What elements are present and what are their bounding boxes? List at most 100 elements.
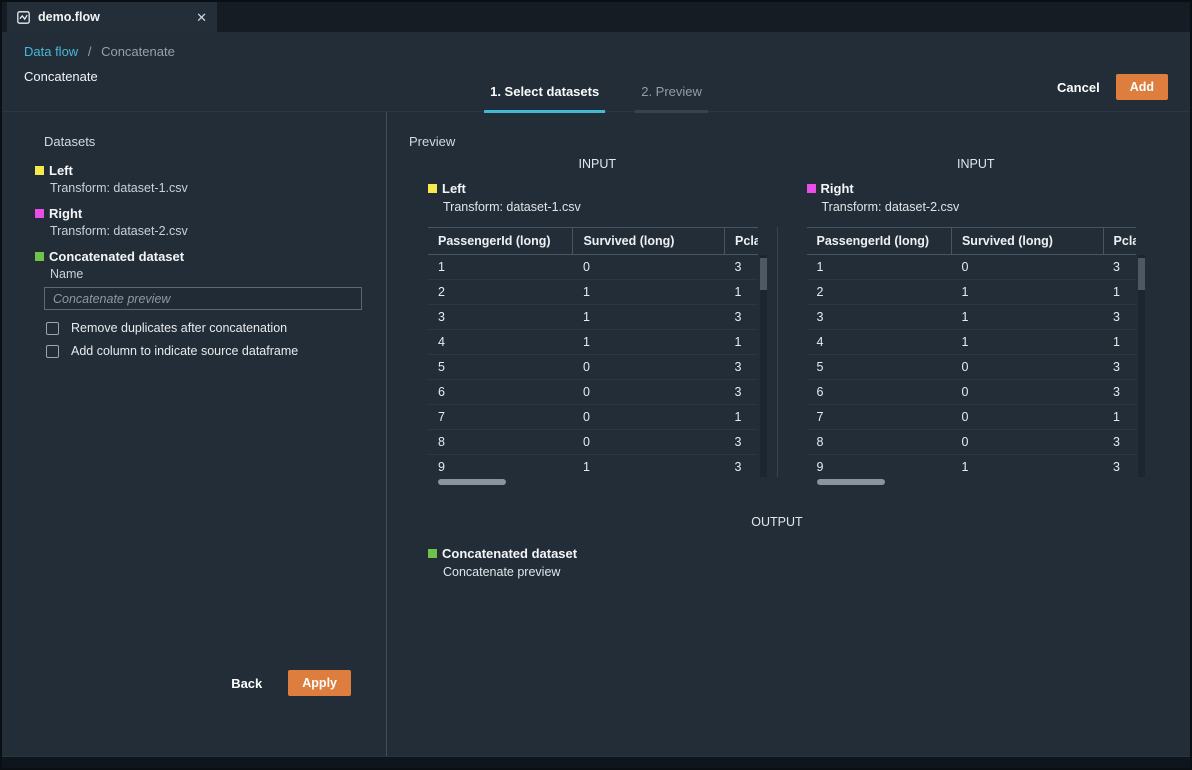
table-cell: 6 — [428, 380, 573, 405]
table-cell: 4 — [428, 330, 573, 355]
input-section-right: INPUT Right Transform: dataset-2.csv Pas… — [789, 157, 1146, 489]
dataset-subtitle: Transform: dataset-2.csv — [50, 224, 364, 238]
table-row: 603 — [428, 380, 758, 405]
close-icon[interactable]: ✕ — [196, 11, 207, 24]
table-row: 411 — [807, 330, 1137, 355]
table-cell: 1 — [725, 280, 758, 305]
cancel-button[interactable]: Cancel — [1057, 80, 1100, 95]
add-button[interactable]: Add — [1116, 74, 1168, 100]
dataset-name: Right — [49, 206, 82, 221]
dataset-subtitle: Transform: dataset-2.csv — [822, 200, 1146, 214]
preview-heading: Preview — [409, 134, 1145, 149]
section-divider — [777, 227, 778, 477]
flow-icon — [17, 11, 30, 24]
breadcrumb-current: Concatenate — [101, 44, 175, 59]
table-cell: 1 — [951, 305, 1103, 330]
table-cell: 5 — [428, 355, 573, 380]
table-cell: 3 — [725, 380, 758, 405]
vertical-scrollbar-thumb[interactable] — [760, 258, 767, 290]
dataset-subtitle: Transform: dataset-1.csv — [443, 200, 767, 214]
input-section-left: INPUT Left Transform: dataset-1.csv Pass… — [409, 157, 789, 489]
table-cell: 0 — [573, 430, 725, 455]
horizontal-scrollbar-thumb[interactable] — [438, 479, 506, 485]
table-cell: 2 — [428, 280, 573, 305]
checkbox[interactable] — [46, 322, 59, 335]
table-cell: 1 — [807, 255, 952, 280]
dataset-name-input[interactable] — [44, 287, 362, 310]
table-cell: 1 — [428, 255, 573, 280]
table-row: 103 — [428, 255, 758, 280]
add-source-column-option[interactable]: Add column to indicate source dataframe — [46, 344, 364, 358]
table-cell: 1 — [573, 455, 725, 480]
apply-button[interactable]: Apply — [288, 670, 351, 696]
table-cell: 1 — [1103, 330, 1136, 355]
table-cell: 3 — [1103, 455, 1136, 480]
data-table: PassengerId (long) Survived (long) Pcla … — [428, 227, 758, 479]
vertical-scrollbar-thumb[interactable] — [1138, 258, 1145, 290]
checkbox-label: Add column to indicate source dataframe — [71, 344, 298, 358]
table-row: 603 — [807, 380, 1137, 405]
page-header: Data flow / Concatenate Concatenate 1. S… — [2, 32, 1190, 112]
tab-select-datasets[interactable]: 1. Select datasets — [484, 84, 605, 113]
dataset-color-swatch — [35, 252, 44, 261]
datasets-heading: Datasets — [44, 134, 364, 149]
table-row: 313 — [428, 305, 758, 330]
breadcrumb-data-flow-link[interactable]: Data flow — [24, 44, 78, 59]
app-body: Datasets Left Transform: dataset-1.csv R… — [2, 112, 1190, 756]
table-cell: 0 — [951, 405, 1103, 430]
table-cell: 3 — [428, 305, 573, 330]
table-cell: 3 — [725, 255, 758, 280]
table-cell: 1 — [1103, 405, 1136, 430]
column-header: PassengerId (long) — [428, 228, 573, 255]
table-cell: 6 — [807, 380, 952, 405]
table-cell: 3 — [1103, 380, 1136, 405]
checkbox[interactable] — [46, 345, 59, 358]
table-cell: 1 — [951, 455, 1103, 480]
table-cell: 8 — [428, 430, 573, 455]
table-row: 411 — [428, 330, 758, 355]
vertical-scrollbar-track — [1138, 255, 1145, 477]
table-cell: 9 — [807, 455, 952, 480]
tab-bar: demo.flow ✕ — [2, 2, 1190, 32]
tab-title: demo.flow — [38, 10, 188, 24]
tab-preview[interactable]: 2. Preview — [635, 84, 708, 113]
table-cell: 0 — [573, 405, 725, 430]
dataset-name: Concatenated dataset — [49, 249, 184, 264]
table-cell: 0 — [573, 380, 725, 405]
table-cell: 7 — [807, 405, 952, 430]
header-actions: Cancel Add — [1057, 74, 1168, 100]
dataset-item-left: Left Transform: dataset-1.csv — [35, 163, 364, 195]
output-dataset-name: Concatenated dataset — [442, 546, 577, 561]
table-row: 913 — [428, 455, 758, 480]
table-row: 803 — [807, 430, 1137, 455]
data-table: PassengerId (long) Survived (long) Pcla … — [807, 227, 1137, 479]
column-header: Pcla — [1103, 228, 1136, 255]
back-button[interactable]: Back — [231, 676, 262, 691]
column-header: Survived (long) — [951, 228, 1103, 255]
dataset-color-swatch — [428, 549, 437, 558]
input-label: INPUT — [428, 157, 767, 171]
table-cell: 3 — [725, 455, 758, 480]
table-cell: 3 — [1103, 255, 1136, 280]
remove-duplicates-option[interactable]: Remove duplicates after concatenation — [46, 321, 364, 335]
table-header-row: PassengerId (long) Survived (long) Pcla — [807, 228, 1137, 255]
table-cell: 4 — [807, 330, 952, 355]
table-row: 211 — [428, 280, 758, 305]
window-bottom-edge — [2, 756, 1190, 768]
table-row: 503 — [807, 355, 1137, 380]
table-cell: 9 — [428, 455, 573, 480]
preview-panel: Preview INPUT Left Transform: dataset-1.… — [387, 112, 1190, 756]
vertical-scrollbar-track — [760, 255, 767, 477]
panel-actions: Back Apply — [231, 670, 351, 696]
column-header: Pcla — [725, 228, 758, 255]
dataset-color-swatch — [35, 166, 44, 175]
tab-demo-flow[interactable]: demo.flow ✕ — [7, 2, 217, 32]
table-row: 503 — [428, 355, 758, 380]
data-table-container: PassengerId (long) Survived (long) Pcla … — [428, 227, 767, 489]
table-cell: 0 — [951, 255, 1103, 280]
table-row: 701 — [807, 405, 1137, 430]
table-row: 211 — [807, 280, 1137, 305]
horizontal-scrollbar-thumb[interactable] — [817, 479, 885, 485]
table-cell: 3 — [725, 355, 758, 380]
input-label: INPUT — [807, 157, 1146, 171]
